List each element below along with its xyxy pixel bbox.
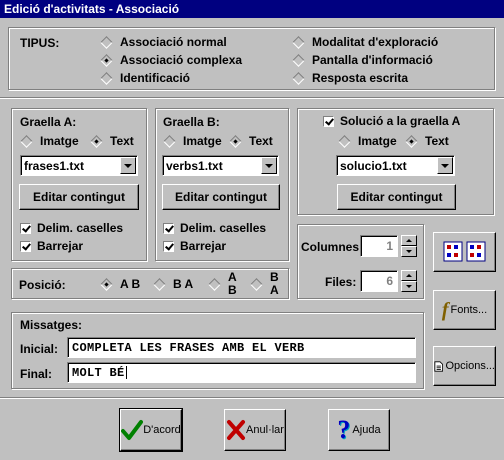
files-down-button[interactable] bbox=[401, 281, 417, 292]
grid-layout-icon bbox=[443, 241, 485, 262]
tipus-option-complexa[interactable]: Associació complexa bbox=[100, 53, 242, 67]
radio-icon bbox=[153, 277, 166, 291]
divider bbox=[0, 397, 504, 399]
graella-b-delim-checkbox[interactable]: Delim. caselles bbox=[163, 221, 266, 235]
radio-selected-icon bbox=[405, 134, 418, 148]
radio-icon bbox=[292, 71, 305, 85]
help-button[interactable]: ? Ajuda bbox=[328, 409, 390, 451]
inicial-input[interactable]: COMPLETA LES FRASES AMB EL VERB bbox=[67, 337, 416, 358]
radio-icon bbox=[250, 277, 263, 291]
graella-b-file-select[interactable]: verbs1.txt bbox=[162, 155, 279, 176]
inicial-label: Inicial: bbox=[20, 342, 59, 356]
missatges-title: Missatges: bbox=[20, 318, 83, 332]
radio-icon bbox=[292, 53, 305, 67]
ok-button[interactable]: D'acord bbox=[119, 408, 183, 452]
document-icon bbox=[434, 360, 444, 372]
final-input[interactable]: MOLT BÉ bbox=[67, 362, 416, 383]
graella-a-title: Graella A: bbox=[20, 115, 77, 129]
graella-b-imatge-radio[interactable]: Imatge bbox=[163, 134, 222, 148]
columnes-field[interactable]: 1 bbox=[360, 235, 398, 257]
graella-a-barrejar-checkbox[interactable]: Barrejar bbox=[20, 239, 83, 253]
solucio-imatge-radio[interactable]: Imatge bbox=[338, 134, 397, 148]
grid-layout-button[interactable] bbox=[433, 232, 496, 272]
checkbox-checked-icon bbox=[163, 222, 174, 234]
solucio-file-select[interactable]: solucio1.txt bbox=[336, 155, 455, 176]
checkbox-checked-icon bbox=[323, 115, 334, 127]
graella-b-barrejar-checkbox[interactable]: Barrejar bbox=[163, 239, 226, 253]
cancel-button[interactable]: Anul·lar bbox=[224, 409, 286, 451]
close-icon bbox=[227, 420, 246, 440]
tipus-option-normal[interactable]: Associació normal bbox=[100, 35, 227, 49]
final-label: Final: bbox=[20, 367, 52, 381]
text-caret bbox=[125, 366, 127, 379]
columnes-up-button[interactable] bbox=[401, 235, 417, 246]
files-field[interactable]: 6 bbox=[360, 270, 398, 292]
checkbox-checked-icon bbox=[163, 240, 174, 252]
radio-icon bbox=[100, 71, 113, 85]
chevron-down-icon[interactable] bbox=[261, 157, 277, 174]
posicio-option-ab[interactable]: A B bbox=[100, 277, 140, 291]
radio-selected-icon bbox=[229, 134, 242, 148]
radio-icon bbox=[208, 277, 221, 291]
radio-selected-icon bbox=[100, 277, 113, 291]
help-icon: ? bbox=[337, 415, 351, 444]
fonts-button[interactable]: f Fonts... bbox=[433, 290, 496, 330]
tipus-option-resposta[interactable]: Resposta escrita bbox=[292, 71, 408, 85]
tipus-option-exploracio[interactable]: Modalitat d'exploració bbox=[292, 35, 438, 49]
divider bbox=[0, 97, 504, 99]
graella-b-edit-button[interactable]: Editar contingut bbox=[162, 184, 280, 210]
graella-a-file-select[interactable]: frases1.txt bbox=[20, 155, 138, 176]
columnes-label: Columnes: bbox=[301, 240, 364, 254]
posicio-option-b-over-a[interactable]: BA bbox=[250, 271, 279, 297]
files-label: Files: bbox=[325, 275, 357, 289]
posicio-option-ba[interactable]: B A bbox=[153, 277, 193, 291]
radio-selected-icon bbox=[100, 53, 113, 67]
radio-icon bbox=[163, 134, 176, 148]
files-up-button[interactable] bbox=[401, 270, 417, 281]
radio-icon bbox=[292, 35, 305, 49]
solucio-edit-button[interactable]: Editar contingut bbox=[337, 184, 456, 210]
solucio-checkbox[interactable]: Solució a la graella A bbox=[323, 114, 460, 128]
graella-b-text-radio[interactable]: Text bbox=[229, 134, 273, 148]
radio-icon bbox=[20, 134, 33, 148]
tipus-option-informacio[interactable]: Pantalla d'informació bbox=[292, 53, 433, 67]
chevron-down-icon[interactable] bbox=[120, 157, 136, 174]
font-icon: f bbox=[441, 298, 449, 321]
posicio-label: Posició: bbox=[19, 278, 66, 292]
tipus-label: TIPUS: bbox=[20, 36, 60, 50]
tipus-option-identificacio[interactable]: Identificació bbox=[100, 71, 190, 85]
radio-icon bbox=[338, 134, 351, 148]
radio-icon bbox=[100, 35, 113, 49]
graella-a-text-radio[interactable]: Text bbox=[90, 134, 134, 148]
checkbox-checked-icon bbox=[20, 222, 31, 234]
checkbox-checked-icon bbox=[20, 240, 31, 252]
graella-a-edit-button[interactable]: Editar contingut bbox=[19, 184, 139, 210]
solucio-text-radio[interactable]: Text bbox=[405, 134, 449, 148]
graella-b-title: Graella B: bbox=[163, 115, 220, 129]
graella-a-delim-checkbox[interactable]: Delim. caselles bbox=[20, 221, 123, 235]
check-icon bbox=[121, 420, 144, 440]
chevron-down-icon[interactable] bbox=[437, 157, 453, 174]
columnes-down-button[interactable] bbox=[401, 246, 417, 257]
posicio-option-a-over-b[interactable]: AB bbox=[208, 271, 237, 297]
radio-selected-icon bbox=[90, 134, 103, 148]
window-title: Edició d'activitats - Associació bbox=[0, 0, 504, 18]
opcions-button[interactable]: Opcions... bbox=[433, 346, 496, 386]
graella-a-imatge-radio[interactable]: Imatge bbox=[20, 134, 79, 148]
